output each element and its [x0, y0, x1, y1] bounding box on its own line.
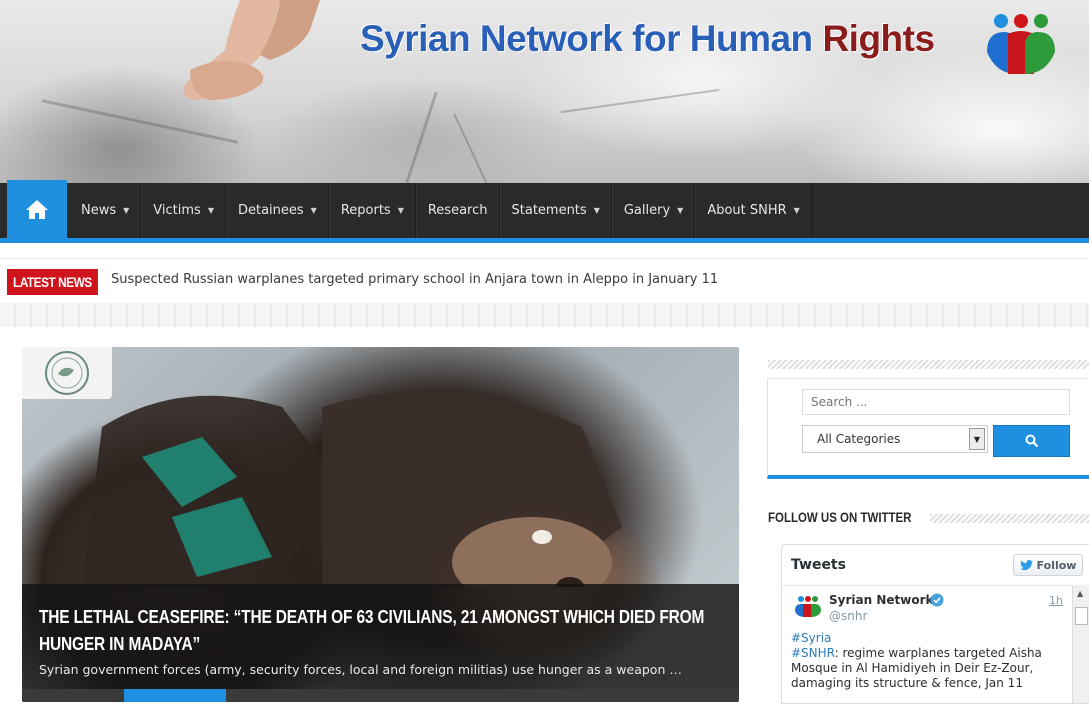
scroll-up-arrow-icon[interactable]: ▲ — [1077, 589, 1083, 598]
chevron-down-icon: ▼ — [397, 206, 404, 215]
site-title-accent: Rights — [822, 18, 935, 59]
chevron-down-icon: ▼ — [793, 206, 800, 215]
nav-item-label: Detainees — [237, 203, 304, 218]
chevron-down-icon: ▼ — [310, 206, 317, 215]
slider-tab-active[interactable] — [124, 689, 226, 702]
category-select-value: All Categories — [817, 432, 901, 446]
tweet-author-name[interactable]: Syrian Network — [829, 593, 933, 607]
twitter-follow-button[interactable]: Follow — [1013, 554, 1083, 576]
featured-image — [82, 391, 622, 587]
featured-title[interactable]: The Lethal Ceasefire: “The Death of 63 C… — [39, 604, 727, 658]
search-widget: All Categories ▼ — [767, 378, 1089, 479]
home-icon — [26, 200, 48, 219]
heading-divider — [930, 514, 1089, 523]
nav-item-statements[interactable]: Statements ▼ — [499, 183, 612, 238]
avatar[interactable] — [794, 595, 822, 617]
snhr-logo-icon[interactable] — [984, 12, 1058, 76]
site-title-main: Syrian Network for Human — [360, 18, 823, 59]
tweet-hashtag[interactable]: #SNHR — [791, 646, 835, 660]
category-select[interactable]: All Categories ▼ — [802, 425, 988, 453]
nav-item-label: Statements — [511, 203, 587, 218]
twitter-widget-header: Tweets Follow — [782, 545, 1089, 586]
search-input[interactable] — [802, 389, 1070, 415]
decorative-divider — [0, 303, 1089, 327]
sidebar-divider — [768, 360, 1089, 369]
banner-debris — [453, 113, 489, 183]
slider-pagination — [22, 689, 739, 702]
chevron-down-icon: ▼ — [123, 206, 130, 215]
chevron-down-icon: ▼ — [207, 206, 214, 215]
banner-debris — [560, 88, 720, 114]
latest-news-ticker: LATEST NEWS Suspected Russian warplanes … — [0, 258, 1089, 304]
twitter-widget: Tweets Follow Syrian Network @snhr 1h #S… — [781, 544, 1089, 704]
latest-news-headline[interactable]: Suspected Russian warplanes targeted pri… — [111, 272, 718, 287]
main-navigation: News ▼ Victims ▼ Detainees ▼ Reports ▼ Resea… — [0, 180, 1089, 243]
featured-caption: The Lethal Ceasefire: “The Death of 63 C… — [22, 584, 739, 689]
tweet-scrollbar[interactable]: ▲ — [1072, 585, 1089, 703]
nav-item-gallery[interactable]: Gallery ▼ — [611, 183, 696, 238]
banner-debris — [405, 91, 438, 183]
nav-item-label: Reports — [340, 203, 391, 218]
twitter-bird-icon — [1019, 559, 1033, 570]
nav-item-research[interactable]: Research — [415, 183, 500, 238]
nav-item-news[interactable]: News ▼ — [70, 183, 142, 238]
chevron-down-icon: ▼ — [677, 206, 684, 215]
nav-item-about[interactable]: About SNHR ▼ — [695, 183, 812, 238]
nav-item-label: Gallery — [623, 203, 671, 218]
twitter-heading: Follow us on Twitter — [768, 509, 912, 525]
nav-item-label: Victims — [153, 203, 201, 218]
clasped-hands-icon — [183, 0, 320, 100]
tweet-hashtag[interactable]: #Syria — [791, 631, 831, 645]
nav-item-label: News — [81, 203, 117, 218]
nav-item-detainees[interactable]: Detainees ▼ — [225, 183, 329, 238]
nav-item-victims[interactable]: Victims ▼ — [141, 183, 226, 238]
nav-menu: News ▼ Victims ▼ Detainees ▼ Reports ▼ Resea… — [70, 183, 812, 238]
twitter-follow-label: Follow — [1036, 558, 1077, 572]
chevron-down-icon: ▼ — [969, 428, 985, 450]
tweet-timestamp[interactable]: 1h — [1049, 594, 1063, 607]
featured-excerpt: Syrian government forces (army, security… — [39, 662, 682, 677]
home-button[interactable] — [7, 180, 67, 238]
header-banner: Syrian Network for Human Rights — [0, 0, 1089, 183]
nav-item-label: About SNHR — [707, 203, 787, 218]
tweet-text: #Syria #SNHR: regime warplanes targeted … — [791, 631, 1061, 691]
twitter-widget-title[interactable]: Tweets — [791, 557, 846, 573]
nav-item-label: Research — [427, 203, 488, 218]
search-icon — [1025, 434, 1038, 448]
verified-badge-icon — [930, 593, 944, 607]
tweet-author-handle[interactable]: @snhr — [829, 609, 867, 623]
search-button[interactable] — [993, 425, 1070, 457]
featured-story[interactable]: The Lethal Ceasefire: “The Death of 63 C… — [22, 347, 739, 702]
latest-news-label: LATEST NEWS — [7, 269, 98, 295]
site-title[interactable]: Syrian Network for Human Rights — [360, 18, 935, 60]
scrollbar-thumb[interactable] — [1075, 607, 1088, 625]
nav-item-reports[interactable]: Reports ▼ — [328, 183, 416, 238]
chevron-down-icon: ▼ — [593, 206, 600, 215]
